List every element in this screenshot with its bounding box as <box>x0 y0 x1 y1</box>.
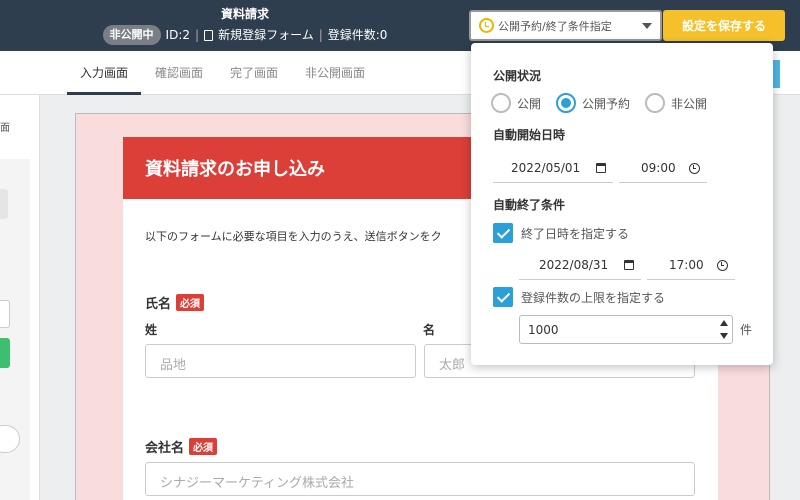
company-label-text: 会社名 <box>145 441 185 456</box>
name-label-text: 氏名 <box>145 297 172 312</box>
auto-start-heading: 自動開始日時 <box>493 128 566 142</box>
divider: | <box>195 28 200 42</box>
form-title: 資料請求 <box>220 7 269 21</box>
status-heading: 公開状況 <box>493 69 542 83</box>
limit-value: 1000 <box>528 323 559 337</box>
publish-status-value: 公開予約/終了条件指定 <box>498 19 612 33</box>
registration-count: 登録件数:0 <box>327 28 388 42</box>
tab-complete[interactable]: 完了画面 <box>230 64 278 95</box>
save-settings-button[interactable]: 設定を保存する <box>663 10 785 41</box>
end-time-input[interactable]: 17:00 <box>647 250 735 280</box>
radio-label: 公開 <box>517 96 542 111</box>
left-panel-item[interactable] <box>0 189 8 219</box>
number-spinner[interactable] <box>719 318 729 342</box>
calendar-icon[interactable] <box>596 163 606 173</box>
left-panel-add-button[interactable] <box>0 338 10 368</box>
limit-unit: 件 <box>740 323 753 337</box>
checkbox-checked[interactable] <box>493 287 513 307</box>
last-name-label: 姓 <box>145 323 158 337</box>
required-badge: 必須 <box>176 294 205 311</box>
form-meta: 非公開中 ID:2 | 新規登録フォーム | 登録件数:0 <box>20 25 470 45</box>
calendar-icon[interactable] <box>624 260 634 270</box>
tab-input[interactable]: 入力画面 <box>67 64 141 95</box>
checkbox-label: 登録件数の上限を指定する <box>521 290 666 305</box>
radio-private[interactable]: 非公開 <box>645 93 707 113</box>
clock-icon <box>479 18 494 33</box>
form-intro: 以下のフォームに必要な項目を入力のうえ、送信ボタンをク <box>145 230 442 243</box>
start-time-value: 09:00 <box>641 160 676 175</box>
tab-private[interactable]: 非公開画面 <box>305 64 365 95</box>
checkbox-checked[interactable] <box>493 223 513 243</box>
tab-confirm[interactable]: 確認画面 <box>155 64 203 95</box>
form-type: 新規登録フォーム <box>218 28 314 42</box>
radio-label: 公開予約 <box>582 96 631 111</box>
spinner-down-icon[interactable] <box>720 333 728 339</box>
end-date-input[interactable]: 2022/08/31 <box>519 250 641 280</box>
auto-end-heading: 自動終了条件 <box>493 198 566 212</box>
end-time-value: 17:00 <box>669 257 704 272</box>
header-info: 資料請求 非公開中 ID:2 | 新規登録フォーム | 登録件数:0 <box>0 6 470 45</box>
start-date-input[interactable]: 2022/05/01 <box>493 153 613 183</box>
name-label: 氏名 必須 <box>145 293 205 312</box>
divider: | <box>318 28 323 42</box>
radio-circle <box>556 93 576 113</box>
first-name-label: 名 <box>423 323 436 337</box>
publish-status-select[interactable]: 公開予約/終了条件指定 <box>469 10 662 41</box>
document-icon <box>204 29 214 41</box>
start-time-input[interactable]: 09:00 <box>619 153 707 183</box>
company-input[interactable]: シナジーマーケティング株式会社 <box>145 462 695 496</box>
left-panel-input[interactable] <box>0 300 10 328</box>
radio-public[interactable]: 公開 <box>491 93 541 113</box>
end-datetime-checkbox[interactable]: 終了日時を指定する <box>493 223 629 243</box>
chevron-down-icon <box>642 23 652 29</box>
radio-label: 非公開 <box>671 96 708 111</box>
last-name-input[interactable]: 品地 <box>145 344 416 378</box>
radio-scheduled[interactable]: 公開予約 <box>556 93 630 113</box>
form-id: ID:2 <box>165 28 191 42</box>
spinner-up-icon[interactable] <box>720 320 728 326</box>
end-date-value: 2022/08/31 <box>539 257 609 272</box>
clock-icon[interactable] <box>689 163 700 174</box>
limit-checkbox[interactable]: 登録件数の上限を指定する <box>493 287 665 307</box>
company-label: 会社名 必須 <box>145 437 218 456</box>
start-date-value: 2022/05/01 <box>511 160 581 175</box>
left-panel-label: 面 <box>0 123 10 134</box>
limit-input[interactable]: 1000 <box>519 315 733 344</box>
status-badge: 非公開中 <box>102 25 161 45</box>
radio-circle <box>491 93 511 113</box>
clock-icon[interactable] <box>717 260 728 271</box>
required-badge: 必須 <box>189 438 218 455</box>
left-panel: 面 <box>0 95 40 500</box>
checkbox-label: 終了日時を指定する <box>521 226 630 241</box>
radio-circle <box>645 93 665 113</box>
